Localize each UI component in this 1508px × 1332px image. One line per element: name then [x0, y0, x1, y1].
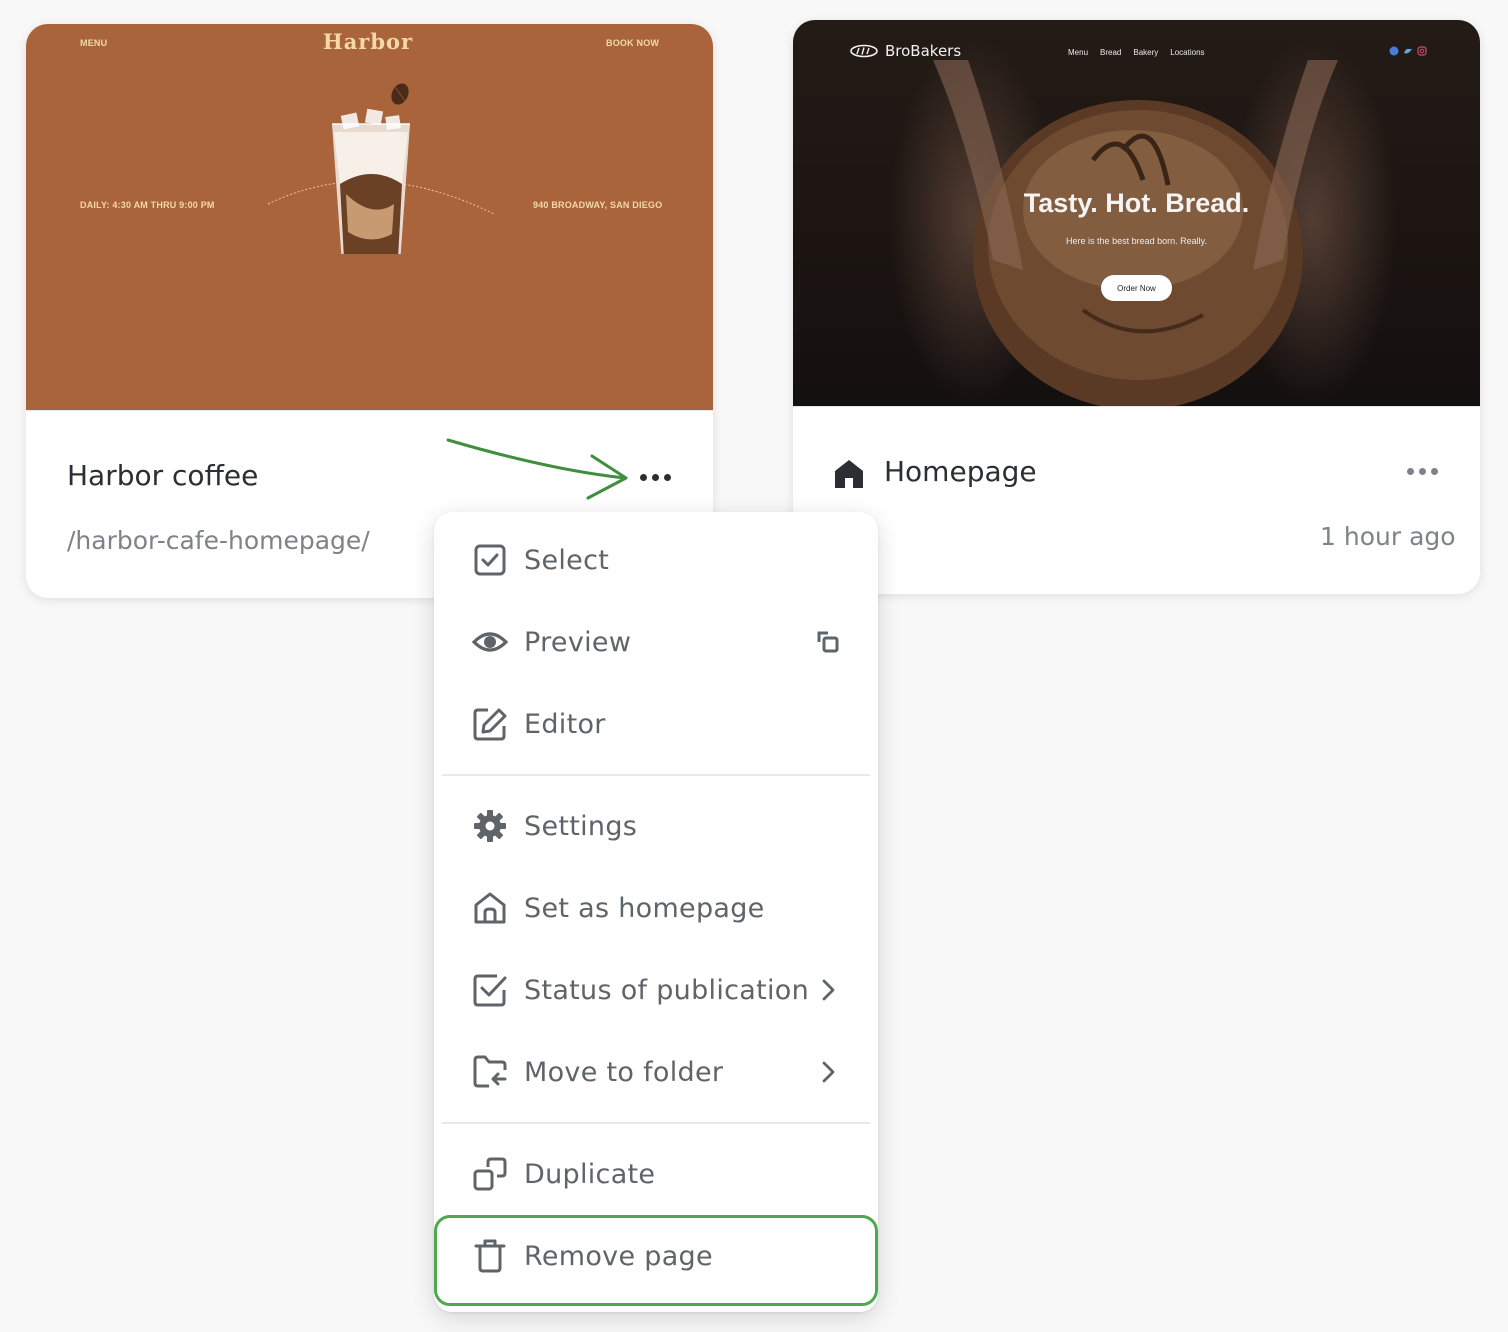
menu-item-set-homepage[interactable]: Set as homepage [434, 872, 878, 944]
last-edited-time: 1 hour ago [1320, 522, 1456, 551]
menu-item-editor[interactable]: Editor [434, 688, 878, 760]
dot-icon [1419, 468, 1426, 475]
page-slug: /harbor-cafe-homepage/ [67, 526, 370, 555]
preview-headline: Tasty. Hot. Bread. [1023, 188, 1250, 218]
menu-item-status[interactable]: Status of publication [434, 954, 878, 1026]
page-context-menu: Select Preview Editor Settings Set as ho… [434, 512, 878, 1312]
preview-nav-item: Locations [1170, 48, 1205, 57]
menu-item-settings[interactable]: Settings [434, 790, 878, 862]
eye-icon [472, 624, 508, 660]
menu-item-label: Status of publication [524, 974, 810, 1006]
dot-icon [652, 474, 659, 481]
page-thumbnail[interactable]: BroBakers Menu Bread Bakery Locations Ta… [793, 20, 1480, 406]
preview-hours: DAILY: 4:30 AM THRU 9:00 PM [80, 200, 215, 210]
menu-item-duplicate[interactable]: Duplicate [434, 1138, 878, 1210]
page-title[interactable]: Homepage [884, 455, 1037, 488]
menu-item-preview[interactable]: Preview [434, 606, 878, 678]
preview-nav-item: Bread [1100, 48, 1122, 57]
menu-item-label: Set as homepage [524, 892, 765, 924]
page-title[interactable]: Harbor coffee [67, 459, 258, 492]
preview-nav: Menu Bread Bakery Locations [1068, 48, 1205, 57]
chevron-right-icon [816, 1060, 840, 1084]
menu-item-label: Settings [524, 810, 638, 842]
checkbox-icon [472, 972, 508, 1008]
iced-coffee-image [267, 83, 495, 254]
gear-icon [472, 808, 508, 844]
preview-address: 940 BROADWAY, SAN DIEGO [533, 200, 663, 210]
chevron-right-icon [816, 978, 840, 1002]
facebook-icon [1389, 46, 1399, 56]
preview-nav-item: Bakery [1133, 48, 1159, 57]
twitter-icon [1404, 48, 1412, 54]
home-icon [835, 460, 863, 488]
trash-icon [472, 1238, 508, 1274]
preview-menu-link: MENU [80, 38, 108, 48]
preview-nav-item: Menu [1068, 48, 1089, 57]
card-divider [26, 410, 713, 411]
dot-icon [640, 474, 647, 481]
menu-item-label: Select [524, 544, 610, 576]
menu-item-label: Editor [524, 708, 606, 740]
preview-social-icons [1389, 46, 1427, 56]
menu-item-label: Remove page [524, 1240, 713, 1272]
menu-divider [442, 1122, 870, 1124]
dot-icon [1431, 468, 1438, 475]
preview-cta-button: Order Now [1101, 275, 1172, 301]
preview-logo: Harbor [322, 29, 414, 54]
preview-logo: BroBakers [849, 42, 961, 60]
home-icon [472, 890, 508, 926]
menu-item-move-to-folder[interactable]: Move to folder [434, 1036, 878, 1108]
annotation-arrow-icon [446, 438, 628, 500]
menu-item-remove-page[interactable]: Remove page [434, 1220, 878, 1292]
menu-item-label: Move to folder [524, 1056, 724, 1088]
preview-logo-text: BroBakers [885, 42, 962, 60]
dot-icon [664, 474, 671, 481]
open-external-icon[interactable] [814, 628, 842, 656]
menu-item-label: Duplicate [524, 1158, 656, 1190]
bread-logo-icon [850, 44, 878, 58]
more-options-button[interactable] [1401, 462, 1444, 481]
menu-item-label: Preview [524, 626, 632, 658]
checkbox-icon [472, 542, 508, 578]
more-options-button[interactable] [634, 468, 677, 487]
page-card-homepage[interactable]: BroBakers Menu Bread Bakery Locations Ta… [793, 20, 1480, 594]
menu-item-select[interactable]: Select [434, 524, 878, 596]
dot-icon [1407, 468, 1414, 475]
page-thumbnail[interactable]: MENU Harbor BOOK NOW DAILY: 4:30 AM THRU… [26, 24, 713, 410]
card-divider [793, 406, 1480, 407]
instagram-icon [1417, 46, 1427, 56]
folder-move-icon [472, 1054, 508, 1090]
preview-book-link: BOOK NOW [606, 38, 660, 48]
duplicate-icon [472, 1156, 508, 1192]
edit-icon [472, 706, 508, 742]
preview-subline: Here is the best bread born. Really. [1066, 236, 1207, 246]
menu-divider [442, 774, 870, 776]
